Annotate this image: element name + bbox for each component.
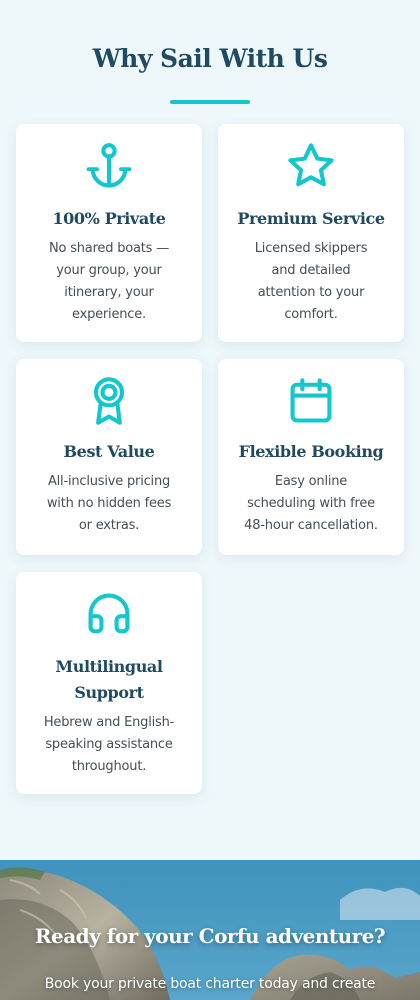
award-ribbon-icon — [93, 377, 125, 425]
desc-line: comfort. — [284, 307, 338, 322]
desc-line: speaking assistance — [45, 737, 173, 752]
section-title: Why Sail With Us — [92, 44, 328, 73]
card-title: Flexible Booking — [238, 442, 384, 461]
title-line: Multilingual — [55, 657, 163, 676]
feature-card-premium: Premium Service Licensed skippers and de… — [218, 124, 404, 342]
desc-line: Easy online — [274, 474, 348, 489]
desc-line: and detailed — [271, 263, 351, 278]
calendar-icon — [290, 378, 332, 423]
star-icon — [288, 143, 334, 187]
desc-line: All-inclusive pricing — [47, 474, 171, 489]
card-description: All-inclusive pricing with no hidden fee… — [16, 471, 202, 537]
desc-line: your group, your — [56, 263, 162, 278]
desc-line: attention to your — [257, 285, 365, 300]
card-description: Licensed skippers and detailed attention… — [218, 238, 404, 326]
cta-text: Book your private boat charter today and… — [44, 976, 376, 992]
feature-card-private: 100% Private No shared boats — your grou… — [16, 124, 202, 342]
title-line: Support — [74, 683, 144, 702]
desc-line: experience. — [72, 307, 146, 322]
desc-line: 48-hour cancellation. — [244, 518, 378, 533]
desc-line: or extras. — [78, 518, 140, 533]
card-description: Hebrew and English- speaking assistance … — [16, 712, 202, 778]
desc-line: Hebrew and English- — [43, 715, 175, 730]
card-title: Multilingual Support — [16, 654, 202, 706]
anchor-icon — [86, 143, 132, 188]
desc-line: No shared boats — — [48, 241, 169, 256]
card-title: Best Value — [63, 442, 155, 461]
card-title: 100% Private — [52, 209, 166, 228]
card-description: Easy online scheduling with free 48-hour… — [218, 471, 404, 537]
features-section: Why Sail With Us 100% Private No shared … — [0, 0, 420, 860]
feature-card-flexible: Flexible Booking Easy online scheduling … — [218, 359, 404, 555]
desc-line: Licensed skippers — [254, 241, 368, 256]
feature-card-multilingual: Multilingual Support Hebrew and English-… — [16, 572, 202, 794]
card-description: No shared boats — your group, your itine… — [16, 238, 202, 326]
headphones-icon — [88, 593, 130, 634]
desc-line: scheduling with free — [247, 496, 375, 511]
title-underline — [170, 100, 250, 104]
card-title: Premium Service — [237, 209, 385, 228]
desc-line: throughout. — [71, 759, 147, 774]
desc-line: itinerary, your — [64, 285, 154, 300]
cta-title: Ready for your Corfu adventure? — [34, 924, 386, 948]
cta-banner: Ready for your Corfu adventure? Book you… — [0, 860, 420, 1000]
desc-line: with no hidden fees — [46, 496, 172, 511]
feature-card-value: Best Value All-inclusive pricing with no… — [16, 359, 202, 555]
